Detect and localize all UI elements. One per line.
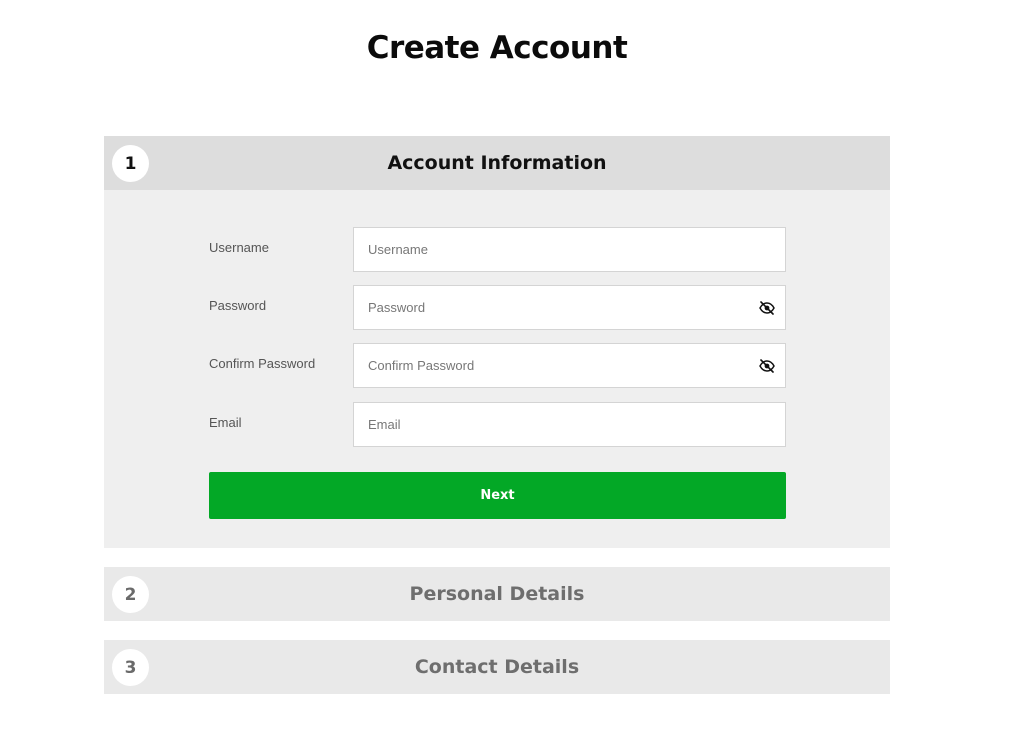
step-number-badge: 2 — [112, 576, 149, 613]
confirm-password-label: Confirm Password — [209, 356, 316, 371]
confirm-password-input[interactable] — [353, 343, 786, 388]
username-row: Username — [209, 227, 786, 272]
username-input[interactable] — [353, 227, 786, 272]
page-title: Create Account — [366, 30, 628, 66]
next-button[interactable]: Next — [209, 472, 786, 519]
eye-slash-icon[interactable] — [756, 297, 778, 319]
step-title: Personal Details — [409, 583, 585, 605]
email-row: Email — [209, 402, 786, 447]
step-personal-details: 2 Personal Details — [104, 567, 890, 621]
step-title: Contact Details — [414, 656, 580, 678]
eye-slash-icon[interactable] — [756, 355, 778, 377]
password-input[interactable] — [353, 285, 786, 330]
username-label: Username — [209, 240, 269, 255]
step-account-information-header[interactable]: 1 Account Information — [104, 136, 890, 190]
step-contact-details: 3 Contact Details — [104, 640, 890, 694]
step-account-information: 1 Account Information Username Password … — [104, 136, 890, 548]
password-label: Password — [209, 298, 267, 313]
step-title: Account Information — [387, 152, 607, 174]
confirm-password-row: Confirm Password — [209, 343, 786, 388]
step-contact-details-header[interactable]: 3 Contact Details — [104, 640, 890, 694]
step-personal-details-header[interactable]: 2 Personal Details — [104, 567, 890, 621]
email-input[interactable] — [353, 402, 786, 447]
step-number-badge: 3 — [112, 649, 149, 686]
step-number-badge: 1 — [112, 145, 149, 182]
account-information-form: Username Password Confirm Password — [104, 190, 890, 548]
password-row: Password — [209, 285, 786, 330]
email-label: Email — [209, 415, 242, 430]
